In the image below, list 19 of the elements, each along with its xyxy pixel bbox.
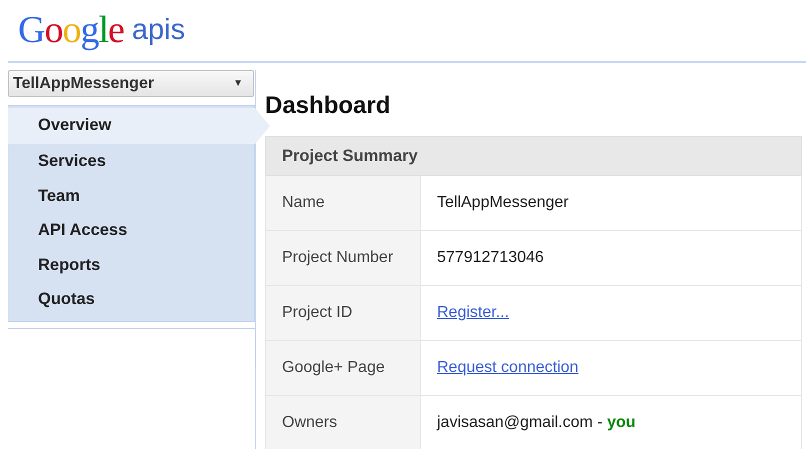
row-label: Name bbox=[266, 176, 420, 230]
sidebar-item[interactable]: Services bbox=[8, 144, 254, 178]
table-header: Project Summary bbox=[266, 136, 802, 176]
table-cell: TellAppMessenger bbox=[420, 176, 802, 230]
sidebar-item[interactable]: Quotas bbox=[8, 282, 254, 316]
link[interactable]: Register... bbox=[437, 304, 510, 321]
project-dropdown[interactable]: TellAppMessenger ▼ bbox=[8, 70, 254, 97]
table-cell: 577912713046 bbox=[420, 230, 802, 286]
row-label: Google+ Page bbox=[266, 340, 420, 396]
sidebar-item[interactable]: Team bbox=[8, 178, 254, 213]
row-label: Owners bbox=[266, 396, 420, 449]
sidebar-item[interactable]: Reports bbox=[8, 248, 254, 282]
product-name: apis bbox=[132, 16, 186, 48]
dropdown-arrow-icon: ▼ bbox=[233, 78, 243, 89]
link[interactable]: Request connection bbox=[437, 359, 578, 376]
google-logo: Google bbox=[18, 11, 124, 49]
row-label: Project Number bbox=[266, 230, 420, 286]
row-label: Project ID bbox=[266, 286, 420, 340]
sidebar-item[interactable]: API Access bbox=[8, 213, 254, 248]
